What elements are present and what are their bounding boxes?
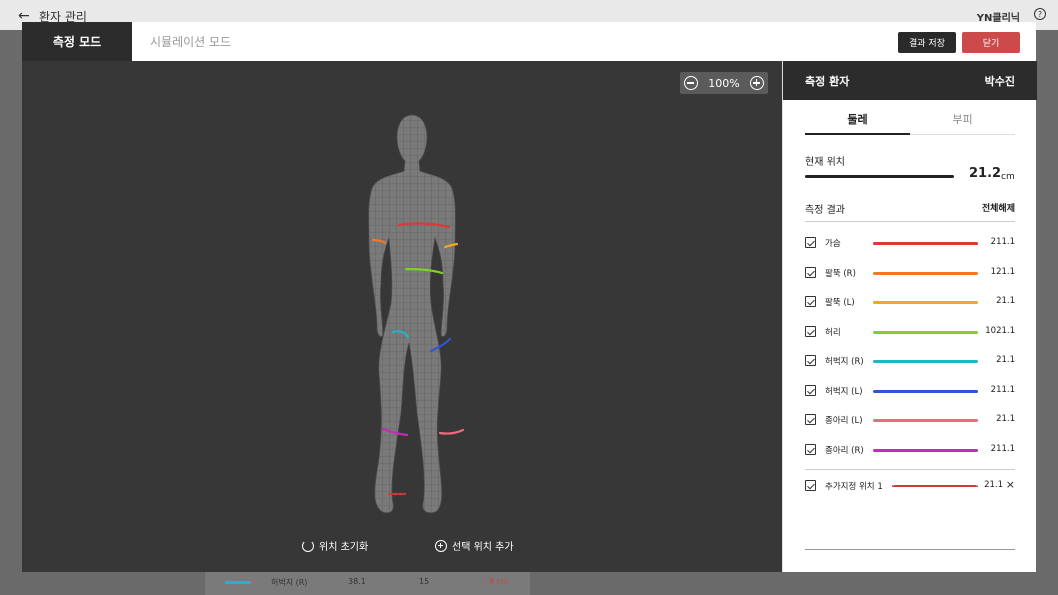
extra-position-label: 추가지정 위치 1 (825, 482, 883, 492)
result-label: 팔뚝 (L) (825, 298, 855, 308)
zoom-out-icon[interactable] (684, 76, 698, 90)
current-position-value: 21.2 (969, 166, 1002, 181)
extra-position-line (892, 485, 978, 487)
result-label: 팔뚝 (R) (825, 269, 856, 279)
result-color-line (873, 390, 978, 393)
result-label: 허리 (825, 328, 841, 338)
results-header: 측정 결과 전체해제 (805, 201, 1015, 222)
result-color-line (873, 449, 978, 452)
refresh-icon (302, 539, 314, 552)
reset-position-label: 위치 초기화 (319, 542, 369, 553)
current-position-label: 현재 위치 (805, 157, 845, 168)
measure-type-tabs: 둘레 부피 (805, 111, 1015, 135)
results-label: 측정 결과 (805, 205, 845, 216)
add-position-button[interactable]: 선택 위치 추가 (435, 538, 514, 553)
result-label: 종아리 (L) (825, 416, 863, 426)
zoom-level: 100% (708, 76, 740, 90)
close-button[interactable]: 닫기 (962, 32, 1020, 53)
strip-value-3: -8 cm (486, 577, 509, 586)
plus-circle-icon (435, 539, 447, 552)
tab-simulation-mode[interactable]: 시뮬레이션 모드 (150, 22, 231, 61)
result-value: 21.1 (996, 414, 1015, 424)
result-checkbox[interactable] (805, 267, 816, 278)
patient-header: 측정 환자 박수진 (783, 61, 1037, 100)
result-checkbox[interactable] (805, 355, 816, 366)
add-position-label: 선택 위치 추가 (452, 542, 514, 553)
result-row: 종아리 (L) 21.1 (805, 413, 1015, 427)
ring-calf-l (438, 428, 465, 435)
save-result-button[interactable]: 결과 저장 (898, 32, 956, 53)
extra-position-value: 21.1 (984, 480, 1003, 490)
result-row: 허벅지 (L) 211.1 (805, 384, 1015, 398)
result-checkbox[interactable] (805, 385, 816, 396)
result-color-line (873, 360, 978, 363)
reset-position-button[interactable]: 위치 초기화 (302, 538, 368, 553)
result-value: 211.1 (990, 237, 1015, 247)
background-table-strip: 허벅지 (R) 38.1 15 -8 cm (205, 572, 530, 595)
panel-bottom-divider (805, 549, 1015, 550)
result-label: 가슴 (825, 239, 841, 249)
result-color-line (873, 301, 978, 304)
result-checkbox[interactable] (805, 444, 816, 455)
result-value: 211.1 (990, 444, 1015, 454)
result-row: 팔뚝 (L) 21.1 (805, 295, 1015, 309)
result-label: 허벅지 (L) (825, 387, 863, 397)
strip-value-2: 15 (419, 577, 430, 586)
result-row: 허리 1021.1 (805, 325, 1015, 339)
measurement-panel: 측정 환자 박수진 둘레 부피 현재 위치 21.2 cm 측정 결과 전체해제… (782, 61, 1037, 572)
result-value: 1021.1 (985, 326, 1015, 336)
result-checkbox[interactable] (805, 237, 816, 248)
result-row: 가슴 211.1 (805, 236, 1015, 250)
result-checkbox[interactable] (805, 296, 816, 307)
zoom-in-icon[interactable] (749, 76, 764, 90)
result-value: 211.1 (990, 385, 1015, 395)
result-label: 종아리 (R) (825, 446, 864, 456)
clear-all-button[interactable]: 전체해제 (982, 201, 1015, 214)
result-row: 종아리 (R) 211.1 (805, 443, 1015, 457)
result-value: 21.1 (996, 355, 1015, 365)
3d-viewer[interactable]: 100% 위치 초기화 선택 위치 추가 (22, 61, 782, 572)
patient-name: 박수진 (984, 75, 1015, 88)
strip-color-line (225, 581, 251, 584)
result-row: 허벅지 (R) 21.1 (805, 354, 1015, 368)
result-label: 허벅지 (R) (825, 357, 864, 367)
zoom-control: 100% (680, 72, 768, 94)
result-color-line (873, 331, 978, 334)
strip-label: 허벅지 (R) (271, 578, 308, 587)
patient-label: 측정 환자 (805, 75, 850, 88)
mode-tabbar: 측정 모드 시뮬레이션 모드 결과 저장 닫기 (22, 22, 1036, 61)
result-color-line (873, 419, 978, 422)
tab-volume[interactable]: 부피 (910, 111, 1015, 127)
checkbox-extra-1[interactable] (805, 480, 816, 491)
current-position-unit: cm (1001, 172, 1015, 182)
result-color-line (873, 272, 978, 275)
current-position-slider[interactable] (805, 175, 954, 178)
result-checkbox[interactable] (805, 326, 816, 337)
measurement-modal: 측정 모드 시뮬레이션 모드 결과 저장 닫기 100% 위치 초기화 선택 위… (22, 22, 1037, 572)
results-divider (805, 469, 1015, 470)
help-icon[interactable]: ? (1034, 8, 1046, 20)
close-icon[interactable]: × (1006, 478, 1015, 491)
result-row: 팔뚝 (R) 121.1 (805, 266, 1015, 280)
result-value: 21.1 (996, 296, 1015, 306)
body-model[interactable] (347, 113, 477, 523)
result-color-line (873, 242, 978, 245)
strip-value-1: 38.1 (348, 577, 366, 586)
tab-circumference[interactable]: 둘레 (805, 111, 910, 135)
result-value: 121.1 (990, 267, 1015, 277)
result-checkbox[interactable] (805, 414, 816, 425)
tab-measure-mode[interactable]: 측정 모드 (22, 22, 132, 61)
extra-position-row: 추가지정 위치 1 21.1 × (805, 478, 1015, 493)
